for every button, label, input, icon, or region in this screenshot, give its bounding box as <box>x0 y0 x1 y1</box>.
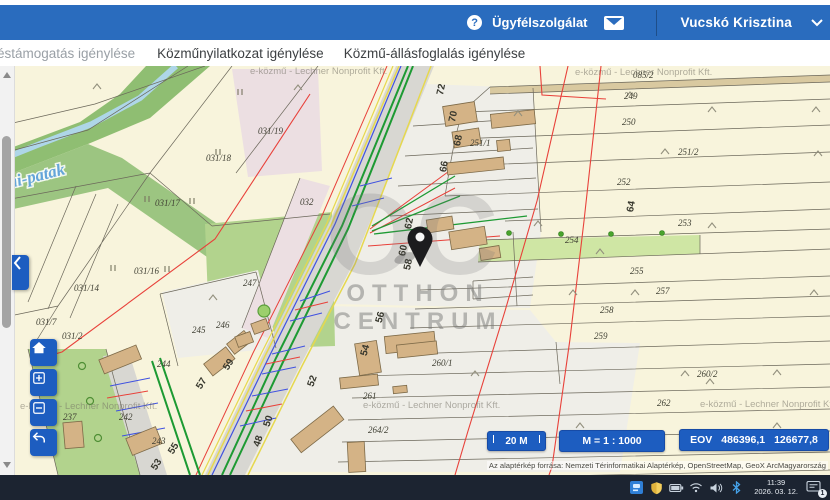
svg-text:251/1: 251/1 <box>470 138 491 148</box>
zoom-in-button[interactable] <box>30 369 57 396</box>
e-kozmu-map-app: ? Ügyfélszolgálat Vucskó Krisztina éstám… <box>0 0 830 500</box>
eov-y-value: 126677,8 <box>774 434 818 446</box>
chevron-down-icon[interactable] <box>810 18 824 28</box>
svg-text:031/14: 031/14 <box>74 283 100 293</box>
svg-text:250: 250 <box>622 117 636 127</box>
svg-text:242: 242 <box>119 412 133 422</box>
svg-text:237: 237 <box>63 412 77 422</box>
svg-text:031/2: 031/2 <box>62 331 83 341</box>
svg-text:243: 243 <box>152 436 166 446</box>
svg-text:261: 261 <box>363 391 377 401</box>
svg-text:e-közmű - Lechner Nonprofit Kf: e-közmű - Lechner Nonprofit Kft. <box>250 66 387 77</box>
defender-shield-icon[interactable] <box>648 480 664 496</box>
mail-icon[interactable] <box>604 16 624 30</box>
clock-date: 2026. 03. 12. <box>754 488 798 497</box>
svg-text:031/7: 031/7 <box>36 317 57 327</box>
map-attribution: Az alaptérkép forrása: Nemzeti Térinform… <box>487 461 828 470</box>
app-header: ? Ügyfélszolgálat Vucskó Krisztina <box>0 5 830 40</box>
volume-icon[interactable] <box>708 480 724 496</box>
system-tray <box>628 480 744 496</box>
collapse-panel-button[interactable] <box>12 255 29 290</box>
tab-kozmu-allasfoglalas[interactable]: Közmű-állásfoglalás igénylése <box>344 46 526 61</box>
header-divider <box>656 10 657 36</box>
map-canvas[interactable]: e-közmű - Lechner Nonprofit Kft. e-közmű … <box>0 66 830 475</box>
svg-text:031/18: 031/18 <box>206 153 232 163</box>
scroll-down-icon[interactable] <box>3 462 11 468</box>
svg-text:255: 255 <box>630 266 644 276</box>
scale-ratio-button[interactable]: M = 1 : 1000 <box>559 430 665 452</box>
svg-text:253: 253 <box>678 218 692 228</box>
svg-text:CENTRUM: CENTRUM <box>334 308 503 335</box>
svg-text:251/2: 251/2 <box>678 147 699 157</box>
scale-bar: 20 M <box>487 431 546 451</box>
svg-text:031/17: 031/17 <box>155 198 181 208</box>
notification-center-button[interactable]: 1 <box>806 480 824 496</box>
svg-text:249: 249 <box>624 91 638 101</box>
wifi-icon[interactable] <box>688 480 704 496</box>
svg-text:264/2: 264/2 <box>368 425 389 435</box>
svg-text:260/1: 260/1 <box>432 358 453 368</box>
chevron-left-icon <box>12 255 22 271</box>
eov-x-value: 486396,1 <box>721 434 765 446</box>
svg-text:259: 259 <box>594 331 608 341</box>
scroll-up-icon[interactable] <box>3 72 11 78</box>
home-button[interactable] <box>30 339 57 366</box>
svg-text:OTTHON: OTTHON <box>346 280 489 307</box>
svg-text:e-közmű - Lechner Nonprofit Kf: e-közmű - Lechner Nonprofit Kft. <box>700 399 830 410</box>
svg-text:260/2: 260/2 <box>697 369 718 379</box>
eov-label: EOV <box>690 434 712 446</box>
svg-text:262: 262 <box>657 398 671 408</box>
notification-badge: 1 <box>818 489 827 498</box>
request-tabs: éstámogatás igénylése Közműnyilatkozat i… <box>0 40 830 67</box>
taskbar: 11:39 2026. 03. 12. 1 <box>0 475 830 500</box>
svg-text:085/2: 085/2 <box>633 70 654 80</box>
bluetooth-icon[interactable] <box>728 480 744 496</box>
tray-app-icon[interactable] <box>628 480 644 496</box>
svg-text:e-közmű - Lechner Nonprofit Kf: e-közmű - Lechner Nonprofit Kft. <box>363 400 500 411</box>
eov-coordinates: EOV 486396,1 126677,8 <box>679 429 829 451</box>
help-link[interactable]: Ügyfélszolgálat <box>492 15 587 30</box>
home-icon <box>30 339 48 357</box>
cadastral-map[interactable]: e-közmű - Lechner Nonprofit Kft. e-közmű … <box>0 66 830 475</box>
zoom-out-button[interactable] <box>30 399 57 426</box>
svg-text:032: 032 <box>300 197 314 207</box>
tab-kozmunyilatkozat[interactable]: Közműnyilatkozat igénylése <box>157 46 324 61</box>
scale-bracket <box>493 435 540 443</box>
svg-text:031/16: 031/16 <box>134 266 160 276</box>
svg-text:244: 244 <box>157 359 171 369</box>
svg-text:254: 254 <box>565 235 579 245</box>
svg-text:247: 247 <box>243 278 257 288</box>
zoom-out-icon <box>30 399 48 417</box>
scale-ratio-label: M = 1 : 1000 <box>582 435 641 447</box>
svg-text:258: 258 <box>600 305 614 315</box>
svg-text:246: 246 <box>216 320 230 330</box>
help-icon[interactable]: ? <box>467 15 482 30</box>
scrollbar-thumb[interactable] <box>2 136 11 328</box>
undo-arrow-icon <box>30 429 48 447</box>
zoom-in-icon <box>30 369 48 387</box>
svg-text:252: 252 <box>617 177 631 187</box>
taskbar-clock[interactable]: 11:39 2026. 03. 12. <box>754 479 798 496</box>
svg-text:257: 257 <box>656 286 670 296</box>
svg-text:245: 245 <box>192 325 206 335</box>
svg-text:031/19: 031/19 <box>258 126 284 136</box>
tab-tervezestamogatas[interactable]: éstámogatás igénylése <box>0 46 135 61</box>
user-menu[interactable]: Vucskó Krisztina <box>681 15 792 30</box>
undo-button[interactable] <box>30 429 57 456</box>
battery-icon[interactable] <box>668 480 684 496</box>
